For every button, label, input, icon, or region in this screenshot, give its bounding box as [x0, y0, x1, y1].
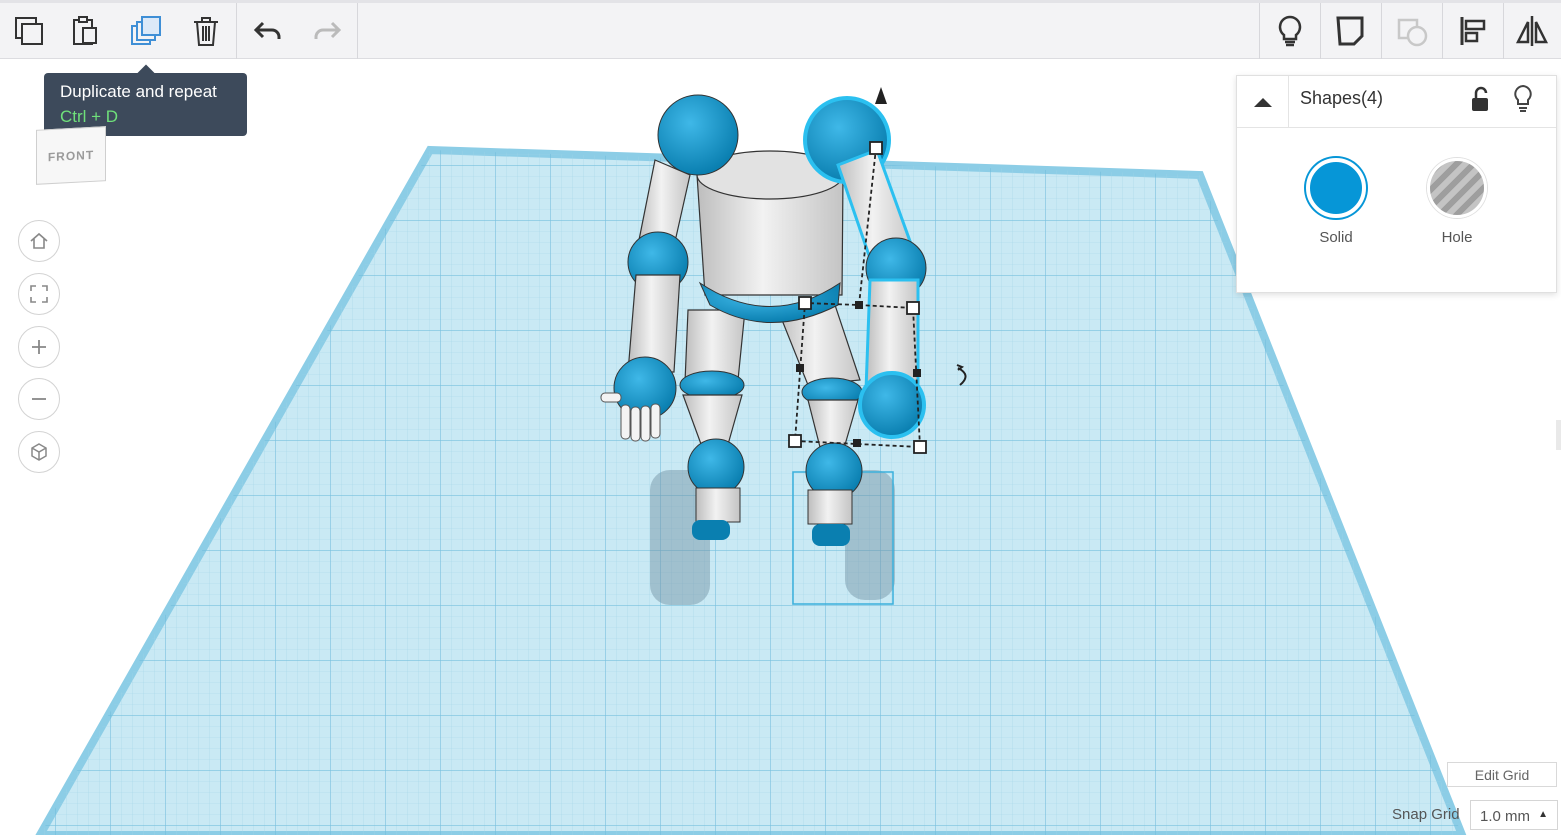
mirror-icon	[1515, 16, 1549, 46]
edit-grid-button[interactable]: Edit Grid	[1447, 762, 1557, 787]
snap-grid-value: 1.0 mm	[1480, 808, 1531, 825]
snap-grid-select[interactable]: 1.0 mm ▲	[1470, 800, 1558, 830]
note-button[interactable]	[1322, 3, 1380, 59]
delete-button[interactable]	[177, 3, 235, 59]
zoom-in-button[interactable]	[18, 326, 60, 368]
zoom-out-button[interactable]	[18, 378, 60, 420]
delete-icon	[194, 17, 218, 46]
view-cube-front-face[interactable]: FRONT	[36, 126, 106, 185]
hole-label: Hole	[1441, 229, 1473, 246]
lightbulb-icon[interactable]	[1509, 84, 1537, 114]
side-panel-tab[interactable]	[1556, 420, 1561, 450]
mirror-button[interactable]	[1503, 3, 1561, 59]
fit-view-button[interactable]	[18, 273, 60, 315]
toolbar	[0, 0, 1561, 59]
collapse-panel-button[interactable]	[1237, 76, 1289, 127]
undo-button[interactable]	[239, 3, 297, 59]
copy-button[interactable]	[0, 3, 58, 59]
lightbulb-icon	[1278, 15, 1302, 47]
caret-up-down-icon: ▲	[1538, 809, 1548, 820]
hole-swatch[interactable]	[1427, 158, 1487, 218]
align-button[interactable]	[1444, 3, 1502, 59]
view-cube[interactable]: FRONT	[30, 80, 120, 190]
fit-icon	[30, 285, 48, 303]
paste-icon	[73, 16, 97, 45]
height-cone-handle[interactable]	[875, 87, 887, 104]
redo-icon	[314, 21, 342, 39]
shape-inspector-panel: Shapes(4) Solid Hole	[1236, 75, 1557, 293]
align-icon	[1460, 17, 1486, 45]
copy-icon	[15, 17, 43, 45]
solid-label: Solid	[1319, 229, 1353, 246]
solid-color-swatch[interactable]	[1306, 158, 1366, 218]
home-icon	[30, 232, 48, 249]
group-icon	[1397, 18, 1428, 47]
zoom-out-icon	[32, 398, 46, 400]
caret-up-icon	[1253, 97, 1272, 107]
paste-button[interactable]	[56, 3, 114, 59]
duplicate-icon	[131, 16, 161, 45]
perspective-button[interactable]	[18, 431, 60, 473]
group-button[interactable]	[1383, 3, 1441, 59]
undo-icon	[253, 21, 281, 39]
perspective-icon	[31, 443, 47, 461]
unlock-icon[interactable]	[1467, 86, 1495, 114]
zoom-in-icon	[32, 340, 46, 354]
note-icon	[1336, 16, 1364, 46]
shapes-count-title: Shapes(4)	[1300, 88, 1384, 108]
snap-grid-label: Snap Grid	[1392, 806, 1460, 823]
redo-button[interactable]	[298, 3, 356, 59]
notes-light-button[interactable]	[1261, 3, 1319, 59]
home-view-button[interactable]	[18, 220, 60, 262]
duplicate-button[interactable]	[117, 3, 175, 59]
